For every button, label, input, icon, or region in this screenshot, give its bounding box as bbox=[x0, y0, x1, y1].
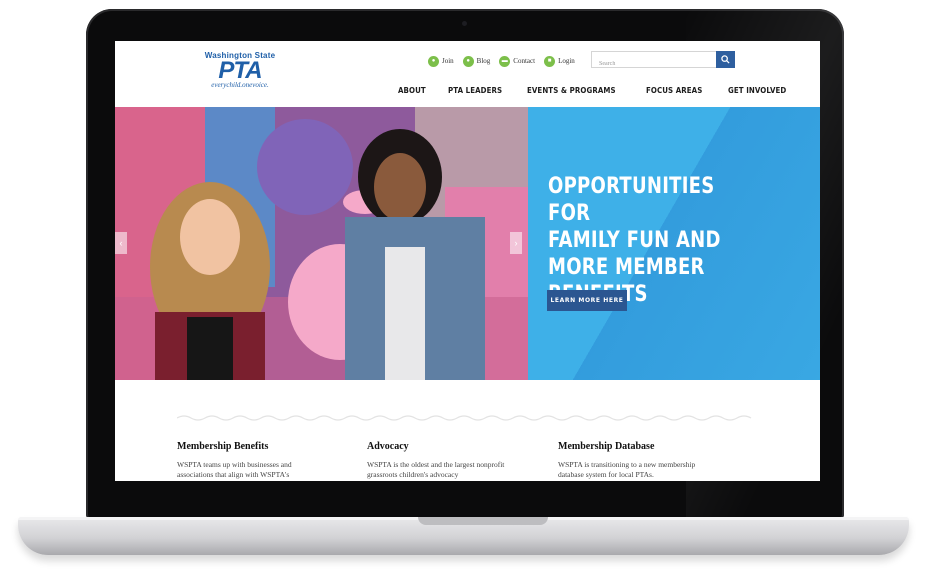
blog-link[interactable]: ● Blog bbox=[462, 55, 491, 67]
logo-tagline: everychild.onevoice. bbox=[211, 81, 269, 89]
chat-bubble-icon: ● bbox=[462, 55, 474, 67]
site-logo[interactable]: Washington State PTA everychild.onevoice… bbox=[185, 51, 295, 99]
laptop-base bbox=[18, 517, 909, 555]
contact-link[interactable]: ▬ Contact bbox=[499, 55, 536, 67]
wave-divider bbox=[177, 415, 752, 421]
blog-label: Blog bbox=[476, 57, 491, 65]
search-button[interactable] bbox=[716, 51, 735, 68]
hero-cta-panel: OPPORTUNITIES FOR FAMILY FUN AND MORE ME… bbox=[528, 107, 820, 380]
main-nav: ABOUT PTA LEADERS EVENTS & PROGRAMS FOCU… bbox=[398, 86, 812, 95]
message-icon: ▬ bbox=[499, 55, 511, 67]
nav-pta-leaders[interactable]: PTA LEADERS bbox=[448, 86, 502, 95]
hero-title: OPPORTUNITIES FOR FAMILY FUN AND MORE ME… bbox=[548, 174, 721, 307]
camera bbox=[462, 21, 467, 26]
base-notch bbox=[418, 517, 548, 525]
prev-slide-button[interactable]: ‹ bbox=[115, 232, 127, 254]
column-membership-benefits: Membership Benefits WSPTA teams up with … bbox=[177, 441, 327, 480]
join-label: Join bbox=[442, 57, 454, 65]
column-title[interactable]: Membership Database bbox=[558, 441, 708, 452]
person-icon: ● bbox=[428, 55, 439, 67]
login-label: Login bbox=[558, 57, 575, 65]
join-link[interactable]: ● Join bbox=[428, 55, 454, 67]
search-icon bbox=[721, 55, 730, 64]
logo-pta: PTA bbox=[218, 57, 262, 84]
column-advocacy: Advocacy WSPTA is the oldest and the lar… bbox=[367, 441, 517, 480]
column-text: WSPTA is the oldest and the largest nonp… bbox=[367, 460, 505, 479]
browser-screen: Washington State PTA everychild.onevoice… bbox=[115, 41, 820, 481]
utility-nav: ● Join ● Blog ▬ Contact ■ Login bbox=[428, 53, 584, 69]
next-slide-button[interactable]: › bbox=[510, 232, 522, 254]
learn-more-button[interactable]: LEARN MORE HERE bbox=[547, 290, 627, 311]
login-link[interactable]: ■ Login bbox=[544, 55, 575, 67]
search-box bbox=[591, 51, 735, 72]
hero-slider: ‹ › OPPORTUNITIES FOR FAMILY FUN AND MOR… bbox=[115, 107, 820, 380]
column-text: WSPTA is transitioning to a new membersh… bbox=[558, 460, 696, 479]
column-title[interactable]: Membership Benefits bbox=[177, 441, 327, 452]
column-title[interactable]: Advocacy bbox=[367, 441, 517, 452]
hero-photo: ‹ › bbox=[115, 107, 529, 380]
nav-focus-areas[interactable]: FOCUS AREAS bbox=[646, 86, 702, 95]
lock-icon: ■ bbox=[544, 55, 556, 67]
nav-about[interactable]: ABOUT bbox=[398, 86, 426, 95]
nav-events-programs[interactable]: EVENTS & PROGRAMS bbox=[527, 86, 616, 95]
chevron-left-icon: ‹ bbox=[119, 238, 123, 248]
nav-get-involved[interactable]: GET INVOLVED bbox=[728, 86, 786, 95]
search-input[interactable] bbox=[592, 56, 719, 72]
chevron-right-icon: › bbox=[514, 238, 518, 248]
column-text: WSPTA teams up with businesses and assoc… bbox=[177, 460, 292, 479]
hero-photo-illustration bbox=[115, 107, 529, 380]
column-membership-database: Membership Database WSPTA is transitioni… bbox=[558, 441, 708, 480]
contact-label: Contact bbox=[513, 57, 536, 65]
